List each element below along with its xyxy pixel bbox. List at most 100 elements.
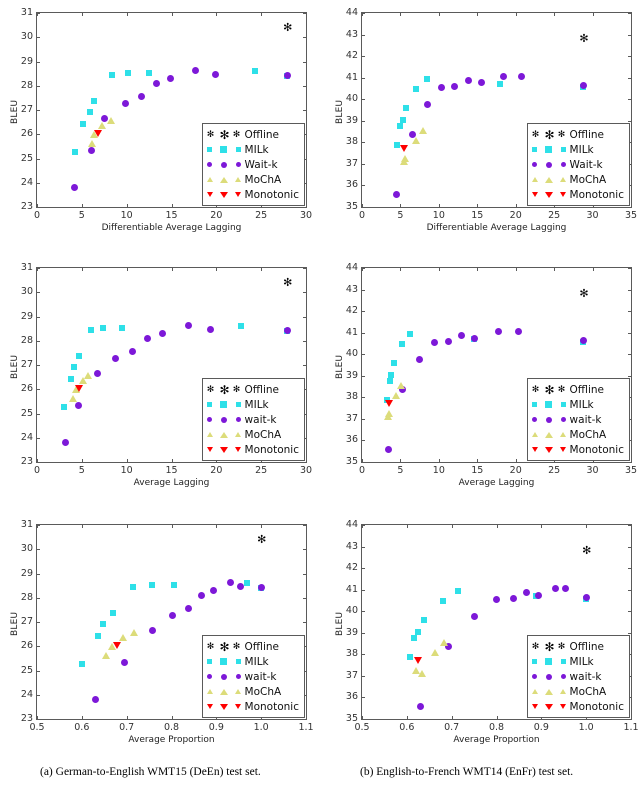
data-point-waitk bbox=[169, 611, 177, 619]
legend-item-milk[interactable]: MILk bbox=[206, 397, 299, 412]
legend-item-offline[interactable]: ✻ ✻ ✻ Offline bbox=[207, 639, 299, 654]
y-tick-mark bbox=[37, 85, 40, 87]
legend-item-mocha[interactable]: MoChA bbox=[206, 172, 299, 187]
legend-item-offline[interactable]: ✻ ✻ ✻ Offline bbox=[532, 639, 624, 654]
data-point-waitk bbox=[112, 354, 120, 362]
legend-marker-circle-icon bbox=[531, 674, 537, 679]
legend-item-wait-k[interactable]: wait-k bbox=[206, 669, 299, 684]
data-point-milk bbox=[86, 109, 93, 116]
data-point-milk bbox=[146, 69, 153, 76]
legend-item-milk[interactable]: MILk bbox=[206, 142, 299, 157]
data-point-milk bbox=[70, 364, 77, 371]
data-point-offline: ✻ bbox=[283, 275, 293, 289]
x-tick-mark bbox=[515, 204, 517, 207]
y-axis-tick-label: 24 bbox=[20, 688, 33, 700]
legend-marker-circle-icon bbox=[235, 674, 241, 679]
y-axis-tick-label: 26 bbox=[20, 383, 33, 395]
y-axis-tick-label: 37 bbox=[345, 669, 358, 681]
y-tick-mark bbox=[37, 316, 40, 318]
legend-marker-triangle-down-icon bbox=[559, 192, 566, 197]
legend-item-mocha[interactable]: MoChA bbox=[531, 172, 624, 187]
y-tick-mark bbox=[628, 56, 631, 58]
y-tick-mark bbox=[37, 61, 40, 63]
legend-marker-circle-icon bbox=[206, 674, 212, 679]
data-point-milk bbox=[91, 97, 98, 104]
y-tick-mark bbox=[362, 163, 365, 165]
x-axis-tick-label: 15 bbox=[165, 465, 178, 476]
legend-item-monotonic[interactable]: Monotonic bbox=[206, 442, 299, 457]
legend-marker-circle-icon bbox=[560, 162, 566, 167]
legend-item-mocha[interactable]: MoChA bbox=[531, 684, 624, 699]
data-point-waitk bbox=[74, 402, 82, 410]
legend-item-milk[interactable]: MILk bbox=[206, 654, 299, 669]
legend-item-monotonic[interactable]: Monotonic bbox=[531, 699, 624, 714]
y-axis-tick-label: 42 bbox=[345, 50, 358, 62]
data-point-milk bbox=[454, 587, 461, 594]
legend-marker-circle-icon bbox=[220, 673, 227, 680]
legend-marker-group bbox=[531, 431, 570, 438]
data-point-milk bbox=[411, 635, 418, 642]
legend-item-offline[interactable]: ✻ ✻ ✻ Offline bbox=[207, 127, 299, 142]
legend-marker-circle-icon bbox=[206, 162, 212, 167]
legend-label: Offline bbox=[569, 640, 604, 653]
legend-item-wait-k[interactable]: wait-k bbox=[206, 412, 299, 427]
data-point-monotonic bbox=[93, 129, 102, 137]
y-axis-tick-label: 31 bbox=[20, 519, 33, 530]
legend-marker-square-icon bbox=[545, 658, 553, 665]
data-point-waitk bbox=[91, 696, 99, 704]
data-point-monotonic bbox=[400, 144, 409, 152]
legend-marker-triangle-down-icon bbox=[206, 704, 213, 709]
data-point-waitk bbox=[551, 584, 559, 592]
legend-item-offline[interactable]: ✻ ✻ ✻ Offline bbox=[207, 382, 299, 397]
y-axis-tick-label: 36 bbox=[345, 691, 358, 703]
y-tick-mark bbox=[628, 354, 631, 356]
legend-item-milk[interactable]: MILk bbox=[531, 142, 624, 157]
legend-item-wait-k[interactable]: Wait-k bbox=[206, 157, 299, 172]
x-axis-tick-label: 0.9 bbox=[533, 722, 549, 733]
legend-item-mocha[interactable]: MoChA bbox=[531, 427, 624, 442]
legend-label: MILk bbox=[244, 655, 269, 668]
legend-item-mocha[interactable]: MoChA bbox=[206, 427, 299, 442]
y-tick-mark bbox=[628, 632, 631, 634]
legend-label: MILk bbox=[569, 398, 594, 411]
legend-label: MILk bbox=[244, 143, 269, 156]
chart-legend: ✻ ✻ ✻ Offline MILk Wait-k MoChA Monotonic bbox=[526, 123, 630, 206]
legend-item-milk[interactable]: MILk bbox=[531, 654, 624, 669]
legend-marker-star-icon: ✻ bbox=[219, 639, 230, 654]
legend-marker-circle-icon bbox=[560, 417, 566, 422]
legend-item-milk[interactable]: MILk bbox=[531, 397, 624, 412]
data-point-mocha bbox=[431, 649, 440, 657]
legend-item-mocha[interactable]: MoChA bbox=[206, 684, 299, 699]
legend-item-offline[interactable]: ✻ ✻ ✻ Offline bbox=[532, 382, 624, 397]
legend-item-offline[interactable]: ✻ ✻ ✻ Offline bbox=[532, 127, 624, 142]
legend-item-monotonic[interactable]: Monotonic bbox=[531, 442, 624, 457]
legend-marker-star-icon: ✻ bbox=[544, 127, 555, 142]
legend-label: MoChA bbox=[569, 685, 607, 698]
y-tick-mark bbox=[628, 568, 631, 570]
chart-panel-deen-al: 23 24 25 26 27 28 29 30 31 0 5 10 15 20 25 30 ✻ BLEU Avera… bbox=[10, 263, 312, 488]
legend-marker-group: ✻ ✻ ✻ bbox=[532, 384, 570, 396]
legend-marker-triangle-down-icon bbox=[531, 447, 538, 452]
data-point-waitk bbox=[562, 584, 570, 592]
y-axis-tick-label: 26 bbox=[20, 128, 33, 140]
legend-item-monotonic[interactable]: Monotonic bbox=[531, 187, 624, 202]
legend-item-monotonic[interactable]: Monotonic bbox=[206, 699, 299, 714]
legend-item-wait-k[interactable]: wait-k bbox=[531, 669, 624, 684]
chart-legend: ✻ ✻ ✻ Offline MILk wait-k MoChA Monotonic bbox=[526, 635, 630, 718]
x-axis-tick-label: 0.5 bbox=[354, 722, 370, 733]
x-tick-mark bbox=[216, 268, 218, 271]
y-tick-mark bbox=[362, 120, 365, 122]
legend-item-wait-k[interactable]: wait-k bbox=[531, 412, 624, 427]
x-axis-tick-label: 5 bbox=[78, 465, 85, 476]
legend-item-monotonic[interactable]: Monotonic bbox=[206, 187, 299, 202]
data-point-mocha bbox=[384, 410, 393, 418]
x-axis-title: Average Proportion bbox=[453, 735, 540, 745]
legend-marker-square-icon bbox=[235, 659, 241, 664]
data-point-milk bbox=[244, 580, 251, 587]
legend-item-wait-k[interactable]: Wait-k bbox=[531, 157, 624, 172]
legend-marker-group: ✻ ✻ ✻ bbox=[207, 384, 245, 396]
data-point-waitk bbox=[283, 71, 291, 79]
legend-marker-triangle-down-icon bbox=[206, 192, 213, 197]
data-point-milk bbox=[78, 660, 85, 667]
legend-marker-circle-icon bbox=[220, 161, 227, 168]
